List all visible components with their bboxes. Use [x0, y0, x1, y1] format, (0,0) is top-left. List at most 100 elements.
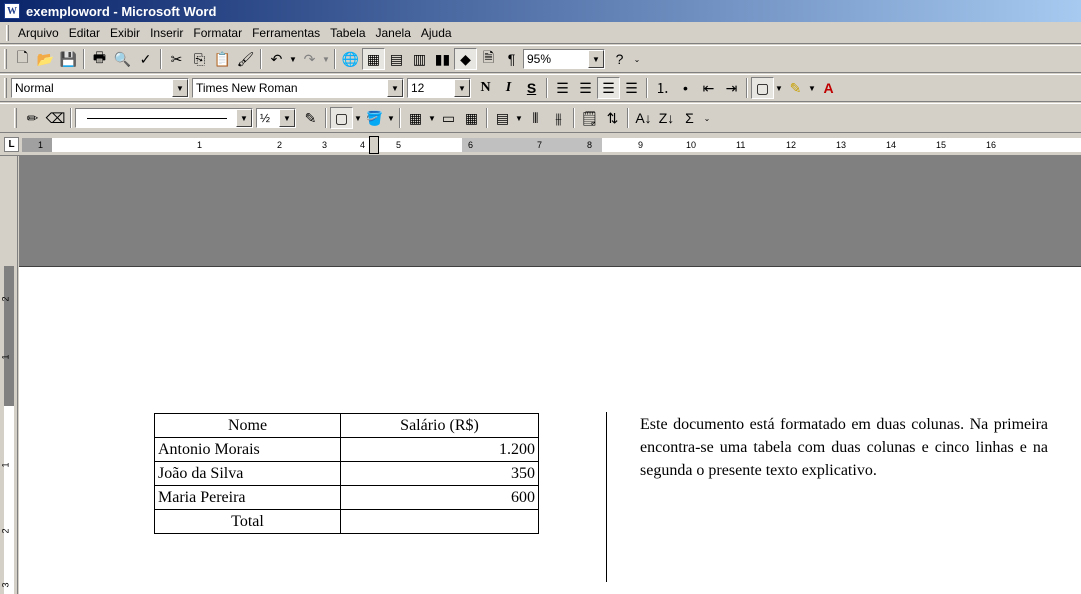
chevron-down-icon[interactable]: ▼ — [454, 79, 470, 97]
underline-icon[interactable]: S — [520, 77, 543, 99]
help-icon[interactable]: ? — [608, 48, 631, 70]
align-left-icon[interactable]: ☰ — [551, 77, 574, 99]
insert-table-dropdown-icon[interactable]: ▼ — [427, 107, 437, 129]
merge-cells-icon[interactable]: ▭ — [437, 107, 460, 129]
chevron-down-icon[interactable]: ▼ — [387, 79, 403, 97]
toolbar-grip[interactable] — [14, 108, 17, 128]
chevron-down-icon[interactable]: ▼ — [172, 79, 188, 97]
justify-icon[interactable]: ☰ — [620, 77, 643, 99]
menu-exibir[interactable]: Exibir — [105, 26, 145, 40]
table-cell-name[interactable]: João da Silva — [154, 461, 341, 486]
toolbar-grip[interactable] — [4, 49, 7, 69]
menu-ferramentas[interactable]: Ferramentas — [247, 26, 325, 40]
font-color-icon[interactable]: A — [817, 77, 840, 99]
numbering-icon[interactable]: ⒈ — [651, 77, 674, 99]
align-cell-icon[interactable]: ▤ — [491, 107, 514, 129]
font-size-dropdown[interactable]: 12 ▼ — [407, 78, 471, 98]
open-folder-icon[interactable]: 📂 — [34, 48, 57, 70]
line-style-dropdown[interactable]: ▼ — [75, 108, 253, 128]
draw-table-pencil-icon[interactable]: ✏ — [21, 107, 44, 129]
outside-border-icon[interactable]: ▢ — [330, 107, 353, 129]
undo-icon[interactable]: ↶ — [265, 48, 288, 70]
bold-icon[interactable]: N — [474, 77, 497, 99]
chevron-down-icon[interactable]: ▼ — [236, 109, 252, 127]
distribute-columns-icon[interactable]: ⫵ — [547, 107, 570, 129]
spelling-icon[interactable]: ✓ — [134, 48, 157, 70]
table-cell-name[interactable]: Antonio Morais — [154, 437, 341, 462]
print-icon[interactable]: 🖶 — [88, 48, 111, 70]
highlight-dropdown-icon[interactable]: ▼ — [807, 77, 817, 99]
autosum-icon[interactable]: Σ — [678, 107, 701, 129]
style-dropdown[interactable]: Normal ▼ — [11, 78, 189, 98]
menu-janela[interactable]: Janela — [371, 26, 416, 40]
tab-selector-icon[interactable]: L — [4, 137, 19, 152]
distribute-rows-icon[interactable]: ⫴ — [524, 107, 547, 129]
table-header-salario[interactable]: Salário (R$) — [340, 413, 539, 438]
table-cell-salary[interactable]: 350 — [340, 461, 539, 486]
redo-icon[interactable]: ↷ — [298, 48, 321, 70]
show-hide-icon[interactable]: ¶ — [500, 48, 523, 70]
tables-borders-icon[interactable]: ▦ — [362, 48, 385, 70]
toolbar-grip[interactable] — [4, 78, 7, 98]
insert-excel-icon[interactable]: ▥ — [408, 48, 431, 70]
menu-formatar[interactable]: Formatar — [188, 26, 247, 40]
align-center-icon[interactable]: ☰ — [574, 77, 597, 99]
table-header-nome[interactable]: Nome — [154, 413, 341, 438]
print-preview-icon[interactable]: 🔍 — [111, 48, 134, 70]
shading-dropdown-icon[interactable]: ▼ — [386, 107, 396, 129]
split-cells-icon[interactable]: ▦ — [460, 107, 483, 129]
vertical-ruler[interactable]: 2 1 1 2 3 — [0, 156, 18, 594]
table-total-value[interactable] — [340, 509, 539, 534]
insert-table-icon[interactable]: ▤ — [385, 48, 408, 70]
table-cell-salary[interactable]: 1.200 — [340, 437, 539, 462]
italic-icon[interactable]: I — [497, 77, 520, 99]
menu-tabela[interactable]: Tabela — [325, 26, 370, 40]
first-line-indent-marker[interactable] — [369, 136, 379, 154]
copy-icon[interactable]: ⎘ — [188, 48, 211, 70]
menu-grip[interactable] — [6, 24, 9, 41]
line-weight-dropdown[interactable]: ½ ▼ — [256, 108, 296, 128]
align-right-icon[interactable]: ☰ — [597, 77, 620, 99]
salary-table[interactable]: Nome Salário (R$) Antonio Morais 1.200 J… — [154, 413, 539, 534]
redo-dropdown-icon[interactable]: ▼ — [321, 48, 331, 70]
font-dropdown[interactable]: Times New Roman ▼ — [192, 78, 404, 98]
menu-arquivo[interactable]: Arquivo — [13, 26, 64, 40]
decrease-indent-icon[interactable]: ⇤ — [697, 77, 720, 99]
autoformat-icon[interactable]: 🗒 — [578, 107, 601, 129]
border-color-icon[interactable]: ✎ — [299, 107, 322, 129]
menu-editar[interactable]: Editar — [64, 26, 105, 40]
highlight-icon[interactable]: ✎ — [784, 77, 807, 99]
sort-descending-icon[interactable]: Z↓ — [655, 107, 678, 129]
borders-icon[interactable]: ▢ — [751, 77, 774, 99]
table-cell-name[interactable]: Maria Pereira — [154, 485, 341, 510]
more-buttons-icon[interactable]: ⌄ — [701, 107, 713, 129]
paste-icon[interactable]: 📋 — [211, 48, 234, 70]
horizontal-ruler[interactable]: L 1 1 2 3 4 5 6 7 8 9 10 11 12 13 14 15 … — [0, 134, 1081, 156]
shading-color-icon[interactable]: 🪣 — [363, 107, 386, 129]
insert-table-icon[interactable]: ▦ — [404, 107, 427, 129]
zoom-dropdown[interactable]: 95% ▼ — [523, 49, 605, 69]
columns-icon[interactable]: ▮▮ — [431, 48, 454, 70]
hyperlink-icon[interactable]: 🌐 — [339, 48, 362, 70]
explanatory-paragraph[interactable]: Este documento está formatado em duas co… — [640, 413, 1048, 482]
more-buttons-icon[interactable]: ⌄ — [631, 48, 643, 70]
border-dropdown-icon[interactable]: ▼ — [353, 107, 363, 129]
increase-indent-icon[interactable]: ⇥ — [720, 77, 743, 99]
document-map-icon[interactable]: 🗎 — [477, 48, 500, 70]
cut-icon[interactable]: ✂ — [165, 48, 188, 70]
eraser-icon[interactable]: ⌫ — [44, 107, 67, 129]
text-direction-icon[interactable]: ⇅ — [601, 107, 624, 129]
chevron-down-icon[interactable]: ▼ — [279, 109, 295, 127]
drawing-icon[interactable]: ◆ — [454, 48, 477, 70]
table-cell-salary[interactable]: 600 — [340, 485, 539, 510]
chevron-down-icon[interactable]: ▼ — [588, 50, 604, 68]
table-total-label[interactable]: Total — [154, 509, 341, 534]
undo-dropdown-icon[interactable]: ▼ — [288, 48, 298, 70]
format-painter-icon[interactable]: 🖌 — [234, 48, 257, 70]
menu-ajuda[interactable]: Ajuda — [416, 26, 457, 40]
save-icon[interactable]: 💾 — [57, 48, 80, 70]
borders-dropdown-icon[interactable]: ▼ — [774, 77, 784, 99]
menu-inserir[interactable]: Inserir — [145, 26, 188, 40]
sort-ascending-icon[interactable]: A↓ — [632, 107, 655, 129]
bullets-icon[interactable]: • — [674, 77, 697, 99]
